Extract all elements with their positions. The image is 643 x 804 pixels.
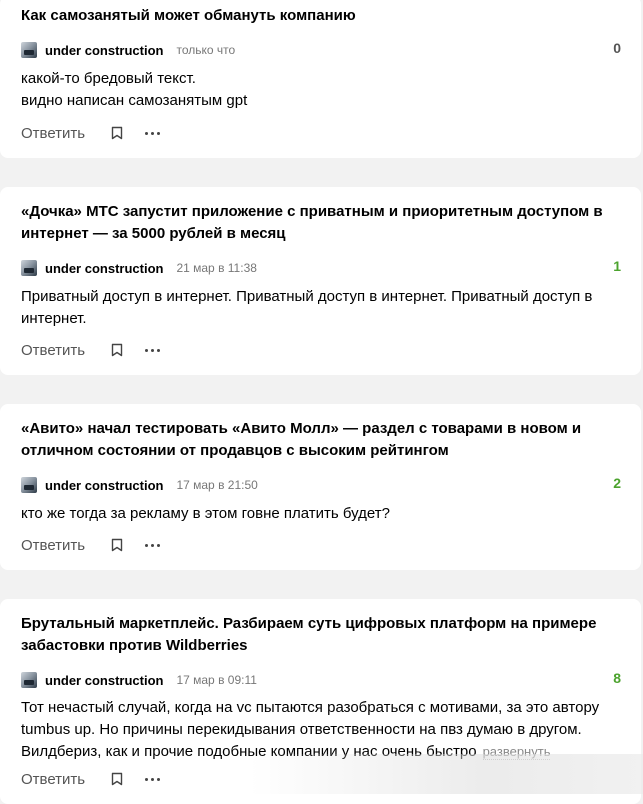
bookmark-icon[interactable] xyxy=(111,772,123,786)
comment-card: Брутальный маркетплейс. Разбираем суть ц… xyxy=(0,599,641,804)
reply-button[interactable]: Ответить xyxy=(21,342,85,359)
comment-text: Тот нечастый случай, когда на vc пытаютс… xyxy=(21,697,621,763)
expand-link[interactable]: развернуть xyxy=(482,744,551,760)
avatar[interactable] xyxy=(21,42,37,58)
comments-feed: Как самозанятый может обмануть компанию … xyxy=(0,0,643,804)
bookmark-icon[interactable] xyxy=(111,126,123,140)
comment-title-link[interactable]: «Авито» начал тестировать «Авито Молл» —… xyxy=(21,418,621,462)
comment-time[interactable]: 21 мар в 11:38 xyxy=(176,261,256,275)
comment-card: «Авито» начал тестировать «Авито Молл» —… xyxy=(0,404,641,570)
comment-meta: under construction 21 мар в 11:38 xyxy=(21,259,621,277)
comment-rating: 1 xyxy=(613,258,621,274)
comment-rating: 2 xyxy=(613,475,621,491)
comment-title-link[interactable]: «Дочка» МТС запустит приложение с приват… xyxy=(21,201,621,245)
comment-meta: under construction 17 мар в 21:50 xyxy=(21,476,621,494)
comment-time[interactable]: 17 мар в 09:11 xyxy=(176,673,256,687)
comment-actions: Ответить xyxy=(21,340,161,360)
comment-rating: 8 xyxy=(613,670,621,686)
bookmark-icon[interactable] xyxy=(111,343,123,357)
comment-text: какой-то бредовый текст. видно написан с… xyxy=(21,68,621,112)
reply-button[interactable]: Ответить xyxy=(21,771,85,788)
comment-rating: 0 xyxy=(613,40,621,56)
avatar[interactable] xyxy=(21,260,37,276)
comment-actions: Ответить xyxy=(21,535,161,555)
comment-card: «Дочка» МТС запустит приложение с приват… xyxy=(0,187,641,375)
more-dots-icon[interactable] xyxy=(145,131,161,135)
author-name[interactable]: under construction xyxy=(45,43,163,58)
avatar[interactable] xyxy=(21,672,37,688)
comment-text: Приватный доступ в интернет. Приватный д… xyxy=(21,288,593,327)
author-name[interactable]: under construction xyxy=(45,478,163,493)
reply-button[interactable]: Ответить xyxy=(21,537,85,554)
comment-title-link[interactable]: Как самозанятый может обмануть компанию xyxy=(21,5,621,27)
comment-meta: under construction 17 мар в 09:11 xyxy=(21,671,621,689)
more-dots-icon[interactable] xyxy=(145,543,161,547)
comment-text-line: видно написан самозанятым gpt xyxy=(21,92,248,109)
comment-title-link[interactable]: Брутальный маркетплейс. Разбираем суть ц… xyxy=(21,613,621,657)
author-name[interactable]: under construction xyxy=(45,673,163,688)
comment-time[interactable]: 17 мар в 21:50 xyxy=(176,478,257,492)
comment-actions: Ответить xyxy=(21,123,161,143)
reply-button[interactable]: Ответить xyxy=(21,125,85,142)
avatar[interactable] xyxy=(21,477,37,493)
comment-text-line: какой-то бредовый текст. xyxy=(21,70,196,87)
comment-actions: Ответить xyxy=(21,769,161,789)
more-dots-icon[interactable] xyxy=(145,777,161,781)
comment-card: Как самозанятый может обмануть компанию … xyxy=(0,0,641,158)
bookmark-icon[interactable] xyxy=(111,538,123,552)
comment-text: кто же тогда за рекламу в этом говне пла… xyxy=(21,505,390,522)
comment-time[interactable]: только что xyxy=(176,43,235,57)
comment-meta: under construction только что xyxy=(21,41,621,59)
more-dots-icon[interactable] xyxy=(145,348,161,352)
author-name[interactable]: under construction xyxy=(45,261,163,276)
